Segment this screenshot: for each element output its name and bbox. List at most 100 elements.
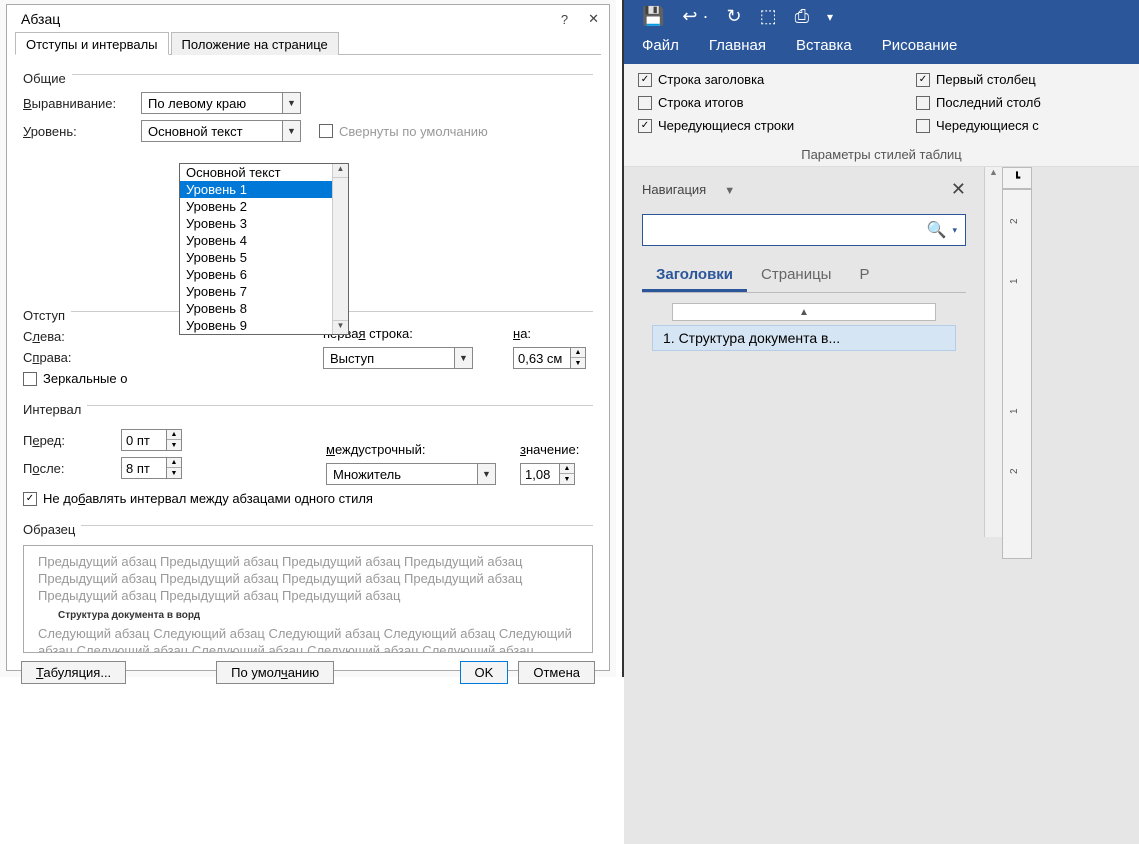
quick-print-icon[interactable]: ⎙ xyxy=(795,6,809,27)
nav-menu-icon[interactable] xyxy=(724,182,735,197)
list-item[interactable]: Уровень 8 xyxy=(180,300,348,317)
list-item[interactable]: Уровень 3 xyxy=(180,215,348,232)
nav-tab-results[interactable]: Р xyxy=(845,260,883,292)
spin-down-icon[interactable]: ▼ xyxy=(167,440,181,450)
list-item[interactable]: Уровень 4 xyxy=(180,232,348,249)
list-item[interactable]: Основной текст xyxy=(180,164,348,181)
redo-icon[interactable]: ↻ xyxy=(727,6,742,27)
tab-insert[interactable]: Вставка xyxy=(796,37,852,54)
chk-no-same-style-spacing[interactable]: ✓ Не добавлять интервал между абзацами о… xyxy=(23,491,373,506)
combo-value: Выступ xyxy=(324,351,454,366)
dropdown-icon[interactable] xyxy=(282,121,300,141)
dropdown-icon[interactable] xyxy=(282,93,300,113)
ruler-tick: 1 xyxy=(1009,278,1020,284)
list-item[interactable]: Уровень 1 xyxy=(180,181,348,198)
chk-mirror[interactable]: Зеркальные о xyxy=(23,371,127,386)
spin-up-icon[interactable]: ▲ xyxy=(167,458,181,468)
spin-down-icon[interactable]: ▼ xyxy=(167,468,181,478)
input-by[interactable] xyxy=(513,347,571,369)
search-icon[interactable]: 🔍 xyxy=(927,220,947,240)
spinner-by[interactable]: ▲▼ xyxy=(513,347,586,369)
nav-tab-headings[interactable]: Заголовки xyxy=(642,260,747,292)
default-button[interactable]: По умолчанию xyxy=(216,661,334,684)
nav-title: Навигация xyxy=(642,182,706,197)
chk-banded-cols[interactable]: Чередующиеся с xyxy=(916,118,1125,133)
scroll-up-icon[interactable] xyxy=(333,164,348,178)
list-item[interactable]: Уровень 7 xyxy=(180,283,348,300)
input-at[interactable] xyxy=(520,463,560,485)
chk-header-row[interactable]: ✓Строка заголовка xyxy=(638,72,908,87)
list-item[interactable]: Уровень 2 xyxy=(180,198,348,215)
chk-first-column[interactable]: ✓Первый столбец xyxy=(916,72,1125,87)
tab-label: Отступы и интервалы xyxy=(26,37,158,52)
label-at: значение: xyxy=(520,442,579,457)
spin-up-icon[interactable]: ▲ xyxy=(167,430,181,440)
ruler-tick: 2 xyxy=(1009,218,1020,224)
combo-level[interactable]: Основной текст xyxy=(141,120,301,142)
preview-prev-text: Предыдущий абзац Предыдущий абзац Предыд… xyxy=(38,554,522,603)
save-icon[interactable]: 💾 xyxy=(642,6,664,27)
spinner-at[interactable]: ▲▼ xyxy=(520,463,579,485)
group-indent: Отступ xyxy=(23,308,71,323)
chk-label: Не добавлять интервал между абзацами одн… xyxy=(43,491,373,506)
tab-home[interactable]: Главная xyxy=(709,37,766,54)
close-button[interactable]: ✕ xyxy=(588,11,599,27)
spin-down-icon[interactable]: ▼ xyxy=(560,474,574,484)
input-before[interactable] xyxy=(121,429,167,451)
scroll-down-icon[interactable] xyxy=(333,320,348,334)
tab-indents[interactable]: Отступы и интервалы xyxy=(15,32,169,55)
tabs-button[interactable]: Табуляция... xyxy=(21,661,126,684)
spin-down-icon[interactable]: ▼ xyxy=(571,358,585,368)
nav-search-input[interactable]: 🔍 ▾ xyxy=(642,214,966,246)
search-menu-icon[interactable]: ▾ xyxy=(952,225,957,236)
chk-banded-rows[interactable]: ✓Чередующиеся строки xyxy=(638,118,908,133)
vertical-scrollbar[interactable] xyxy=(984,167,1002,537)
list-item[interactable]: Уровень 6 xyxy=(180,266,348,283)
tab-label: Положение на странице xyxy=(182,37,328,52)
vertical-ruler[interactable]: 2 1 1 2 xyxy=(1002,189,1032,559)
nav-collapse-button[interactable]: ▲ xyxy=(672,303,936,321)
ruler-tick: 1 xyxy=(1009,408,1020,414)
label-level: Уровень: xyxy=(23,124,133,139)
nav-close-icon[interactable]: ✕ xyxy=(951,179,966,200)
label-after: После: xyxy=(23,461,113,476)
label-alignment: Выравнивание: xyxy=(23,96,133,111)
ruler-tick: 2 xyxy=(1009,468,1020,474)
nav-tab-pages[interactable]: Страницы xyxy=(747,260,845,292)
chk-collapse-default: Свернуты по умолчанию xyxy=(319,124,488,139)
group-spacing: Интервал xyxy=(23,402,87,417)
qat-more-icon[interactable]: ▾ xyxy=(827,10,833,24)
dropdown-icon[interactable] xyxy=(477,464,495,484)
chk-label: Чередующиеся строки xyxy=(658,118,794,133)
combo-value: Множитель xyxy=(327,467,477,482)
ok-button[interactable]: OK xyxy=(460,661,509,684)
tab-file[interactable]: Файл xyxy=(642,37,679,54)
cancel-button[interactable]: Отмена xyxy=(518,661,595,684)
list-item[interactable]: Уровень 5 xyxy=(180,249,348,266)
scrollbar[interactable] xyxy=(332,164,348,334)
dropdown-icon[interactable] xyxy=(454,348,472,368)
chk-label: Строка заголовка xyxy=(658,72,764,87)
chk-last-column[interactable]: Последний столб xyxy=(916,95,1125,110)
combo-line-spacing[interactable]: Множитель xyxy=(326,463,496,485)
help-button[interactable]: ? xyxy=(561,12,568,27)
label-by: на: xyxy=(513,326,586,341)
spin-up-icon[interactable]: ▲ xyxy=(571,348,585,358)
combo-firstline[interactable]: Выступ xyxy=(323,347,473,369)
nav-heading-item[interactable]: 1. Структура документа в... xyxy=(652,325,956,351)
combo-alignment[interactable]: По левому краю xyxy=(141,92,301,114)
input-after[interactable] xyxy=(121,457,167,479)
touch-mode-icon[interactable]: ⬚ xyxy=(760,6,777,27)
level-dropdown-list[interactable]: Основной текст Уровень 1 Уровень 2 Урове… xyxy=(179,163,349,335)
spinner-before[interactable]: ▲▼ xyxy=(121,429,182,451)
tab-draw[interactable]: Рисование xyxy=(882,37,958,54)
spin-up-icon[interactable]: ▲ xyxy=(560,464,574,474)
list-item[interactable]: Уровень 9 xyxy=(180,317,348,334)
spinner-after[interactable]: ▲▼ xyxy=(121,457,182,479)
chk-total-row[interactable]: Строка итогов xyxy=(638,95,908,110)
tab-line-page-breaks[interactable]: Положение на странице xyxy=(171,32,339,55)
label-left: Слева: xyxy=(23,329,133,344)
group-preview: Образец xyxy=(23,522,81,537)
preview-box: Предыдущий абзац Предыдущий абзац Предыд… xyxy=(23,545,593,653)
undo-icon[interactable]: ↩ · xyxy=(682,6,708,27)
